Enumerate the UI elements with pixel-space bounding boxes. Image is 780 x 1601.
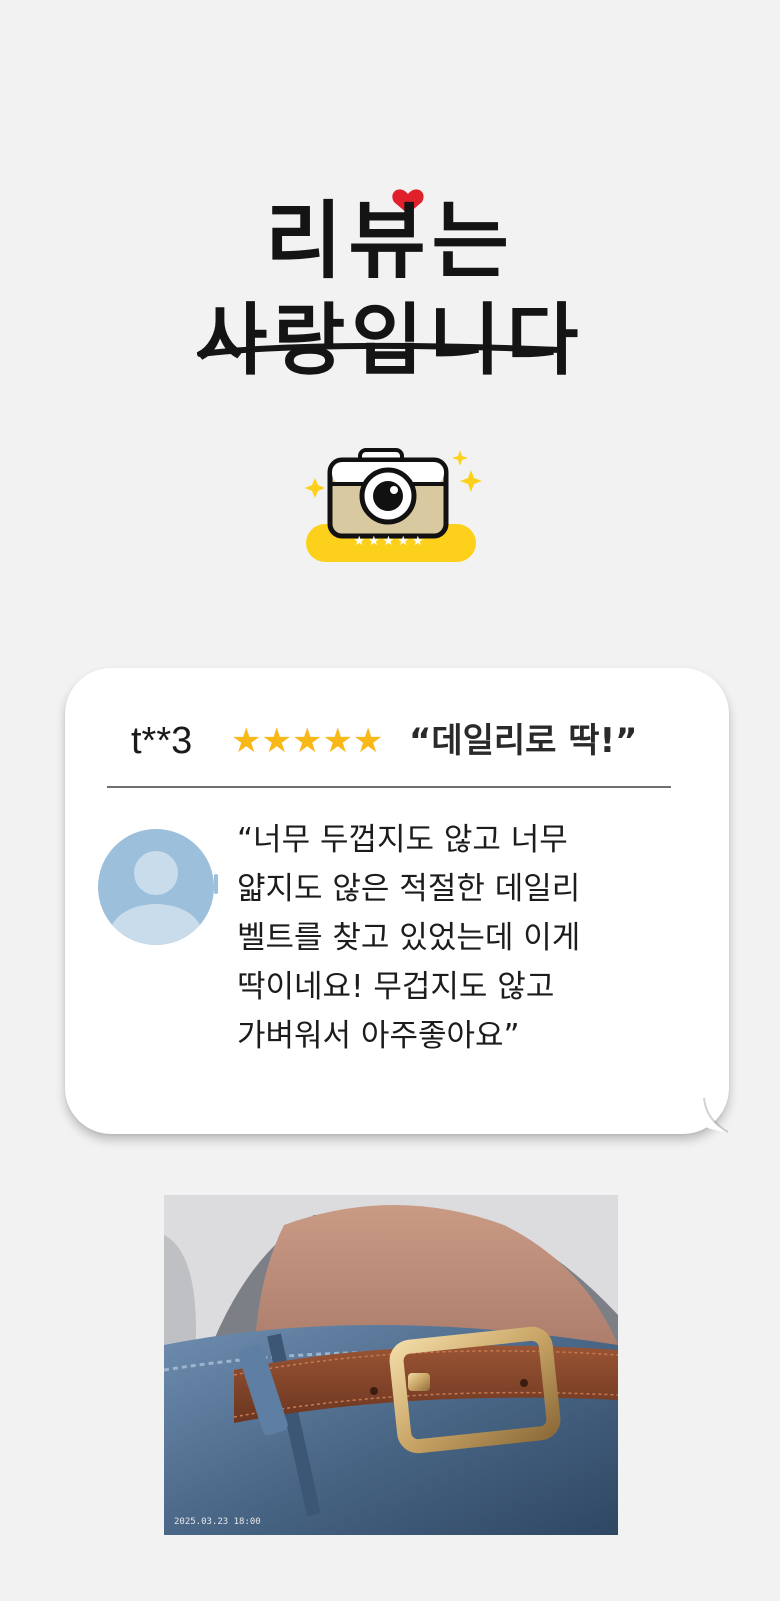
rating-stars: ★★★★★ [231, 721, 384, 761]
user-avatar-icon [98, 829, 218, 945]
camera-badge [0, 448, 780, 578]
badge-stars: ★★★★★ [353, 534, 427, 549]
reviewer-name: t**3 [131, 720, 193, 762]
review-text: “너무 두껍지도 않고 너무 얇지도 않은 적절한 데일리 벨트를 찾고 있었는… [237, 822, 581, 1054]
camera-icon [305, 448, 482, 562]
hero-calligraphy: 리뷰는 사랑입니다 [0, 140, 780, 386]
review-bubble: t**3 ★★★★★ “데일리로 딱!” “너무 두껍지도 않고 너무 얇지도 … [65, 668, 729, 1134]
bubble-tail [690, 1098, 729, 1133]
review-headline: “데일리로 딱!” [409, 721, 638, 761]
review-photo[interactable]: 2025.03.23 18:00 [164, 1195, 618, 1535]
hero-title-line2: 사랑입니다 [195, 295, 585, 386]
photo-timestamp: 2025.03.23 18:00 [174, 1517, 261, 1527]
hero-title-line1: 리뷰는 [265, 191, 515, 290]
divider [107, 786, 671, 788]
review-header: t**3 ★★★★★ “데일리로 딱!” [107, 716, 687, 766]
brown-leather-belt-photo [164, 1195, 618, 1535]
